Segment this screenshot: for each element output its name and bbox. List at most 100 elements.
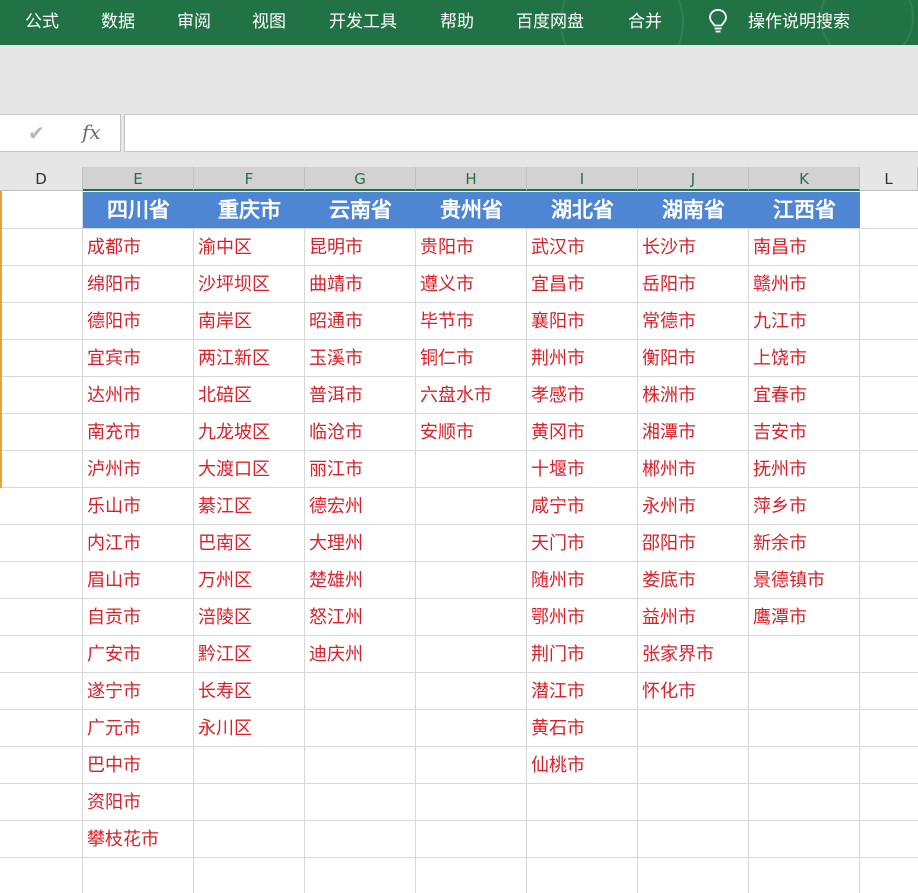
city-cell[interactable]: 张家界市 [638, 636, 714, 673]
city-cell[interactable]: 株洲市 [638, 377, 696, 414]
province-header-sichuan[interactable]: 四川省 [83, 192, 194, 228]
column-header-e[interactable]: E [83, 167, 194, 191]
city-cell[interactable]: 黔江区 [194, 636, 252, 673]
city-cell[interactable]: 眉山市 [83, 562, 141, 599]
city-cell[interactable]: 攀枝花市 [83, 821, 159, 858]
tab-view[interactable]: 视图 [252, 0, 286, 45]
city-cell[interactable]: 巴中市 [83, 747, 141, 784]
city-cell[interactable]: 九龙坡区 [194, 414, 270, 451]
tab-data[interactable]: 数据 [101, 0, 135, 45]
tell-me-search[interactable]: 操作说明搜索 [748, 0, 850, 45]
city-cell[interactable]: 绵阳市 [83, 266, 141, 303]
city-cell[interactable]: 普洱市 [305, 377, 363, 414]
city-cell[interactable]: 南岸区 [194, 303, 252, 340]
city-cell[interactable]: 宜昌市 [527, 266, 585, 303]
tab-merge[interactable]: 合并 [628, 0, 662, 45]
column-header-d[interactable]: D [0, 167, 83, 191]
city-cell[interactable]: 武汉市 [527, 229, 585, 266]
tab-baidu-netdisk[interactable]: 百度网盘 [516, 0, 584, 45]
city-cell[interactable]: 六盘水市 [416, 377, 492, 414]
tab-review[interactable]: 审阅 [177, 0, 211, 45]
city-cell[interactable]: 襄阳市 [527, 303, 585, 340]
city-cell[interactable]: 益州市 [638, 599, 696, 636]
province-header-hunan[interactable]: 湖南省 [638, 192, 749, 228]
city-cell[interactable]: 常德市 [638, 303, 696, 340]
city-cell[interactable]: 贵阳市 [416, 229, 474, 266]
city-cell[interactable]: 咸宁市 [527, 488, 585, 525]
tab-formulas[interactable]: 公式 [25, 0, 59, 45]
city-cell[interactable]: 赣州市 [749, 266, 807, 303]
city-cell[interactable]: 遵义市 [416, 266, 474, 303]
city-cell[interactable]: 荆门市 [527, 636, 585, 673]
city-cell[interactable]: 潜江市 [527, 673, 585, 710]
city-cell[interactable]: 渝中区 [194, 229, 252, 266]
column-header-h[interactable]: H [416, 167, 527, 191]
column-header-j[interactable]: J [638, 167, 749, 191]
province-header-jiangxi[interactable]: 江西省 [749, 192, 860, 228]
city-cell[interactable]: 黄石市 [527, 710, 585, 747]
city-cell[interactable]: 宜宾市 [83, 340, 141, 377]
city-cell[interactable]: 邵阳市 [638, 525, 696, 562]
city-cell[interactable]: 鹰潭市 [749, 599, 807, 636]
city-cell[interactable]: 上饶市 [749, 340, 807, 377]
city-cell[interactable]: 乐山市 [83, 488, 141, 525]
column-header-k[interactable]: K [749, 167, 860, 191]
worksheet-grid[interactable]: 四川省 重庆市 云南省 贵州省 湖北省 湖南省 江西省 成都市 绵阳市 德阳市 宜宾市… [0, 191, 918, 893]
city-cell[interactable]: 万州区 [194, 562, 252, 599]
column-header-g[interactable]: G [305, 167, 416, 191]
city-cell[interactable]: 十堰市 [527, 451, 585, 488]
city-cell[interactable]: 遂宁市 [83, 673, 141, 710]
city-cell[interactable]: 衡阳市 [638, 340, 696, 377]
city-cell[interactable]: 宜春市 [749, 377, 807, 414]
city-cell[interactable]: 铜仁市 [416, 340, 474, 377]
city-cell[interactable]: 黄冈市 [527, 414, 585, 451]
city-cell[interactable]: 曲靖市 [305, 266, 363, 303]
city-cell[interactable]: 临沧市 [305, 414, 363, 451]
city-cell[interactable]: 巴南区 [194, 525, 252, 562]
city-cell[interactable]: 萍乡市 [749, 488, 807, 525]
city-cell[interactable]: 景德镇市 [749, 562, 825, 599]
city-cell[interactable]: 永州市 [638, 488, 696, 525]
city-cell[interactable]: 广安市 [83, 636, 141, 673]
city-cell[interactable]: 怒江州 [305, 599, 363, 636]
city-cell[interactable]: 吉安市 [749, 414, 807, 451]
city-cell[interactable]: 大渡口区 [194, 451, 270, 488]
city-cell[interactable]: 德宏州 [305, 488, 363, 525]
city-cell[interactable]: 荆州市 [527, 340, 585, 377]
city-cell[interactable]: 内江市 [83, 525, 141, 562]
city-cell[interactable]: 两江新区 [194, 340, 270, 377]
city-cell[interactable]: 自贡市 [83, 599, 141, 636]
tab-help[interactable]: 帮助 [440, 0, 474, 45]
city-cell[interactable]: 迪庆州 [305, 636, 363, 673]
city-cell[interactable]: 南昌市 [749, 229, 807, 266]
city-cell[interactable]: 成都市 [83, 229, 141, 266]
city-cell[interactable]: 沙坪坝区 [194, 266, 270, 303]
city-cell[interactable]: 资阳市 [83, 784, 141, 821]
city-cell[interactable]: 永川区 [194, 710, 252, 747]
city-cell[interactable]: 岳阳市 [638, 266, 696, 303]
city-cell[interactable]: 达州市 [83, 377, 141, 414]
city-cell[interactable]: 毕节市 [416, 303, 474, 340]
column-header-i[interactable]: I [527, 167, 638, 191]
tab-developer[interactable]: 开发工具 [329, 0, 397, 45]
formula-input[interactable] [124, 114, 918, 152]
city-cell[interactable]: 北碚区 [194, 377, 252, 414]
city-cell[interactable]: 丽江市 [305, 451, 363, 488]
lightbulb-icon[interactable] [707, 0, 729, 45]
city-cell[interactable]: 楚雄州 [305, 562, 363, 599]
city-cell[interactable]: 郴州市 [638, 451, 696, 488]
city-cell[interactable]: 昭通市 [305, 303, 363, 340]
province-header-hubei[interactable]: 湖北省 [527, 192, 638, 228]
city-cell[interactable]: 大理州 [305, 525, 363, 562]
enter-check-icon[interactable]: ✔ [28, 121, 45, 145]
city-cell[interactable]: 怀化市 [638, 673, 696, 710]
column-header-l[interactable]: L [860, 167, 918, 191]
city-cell[interactable]: 泸州市 [83, 451, 141, 488]
city-cell[interactable]: 随州市 [527, 562, 585, 599]
city-cell[interactable]: 广元市 [83, 710, 141, 747]
city-cell[interactable]: 綦江区 [194, 488, 252, 525]
province-header-guizhou[interactable]: 贵州省 [416, 192, 527, 228]
city-cell[interactable]: 九江市 [749, 303, 807, 340]
city-cell[interactable]: 抚州市 [749, 451, 807, 488]
province-header-yunnan[interactable]: 云南省 [305, 192, 416, 228]
